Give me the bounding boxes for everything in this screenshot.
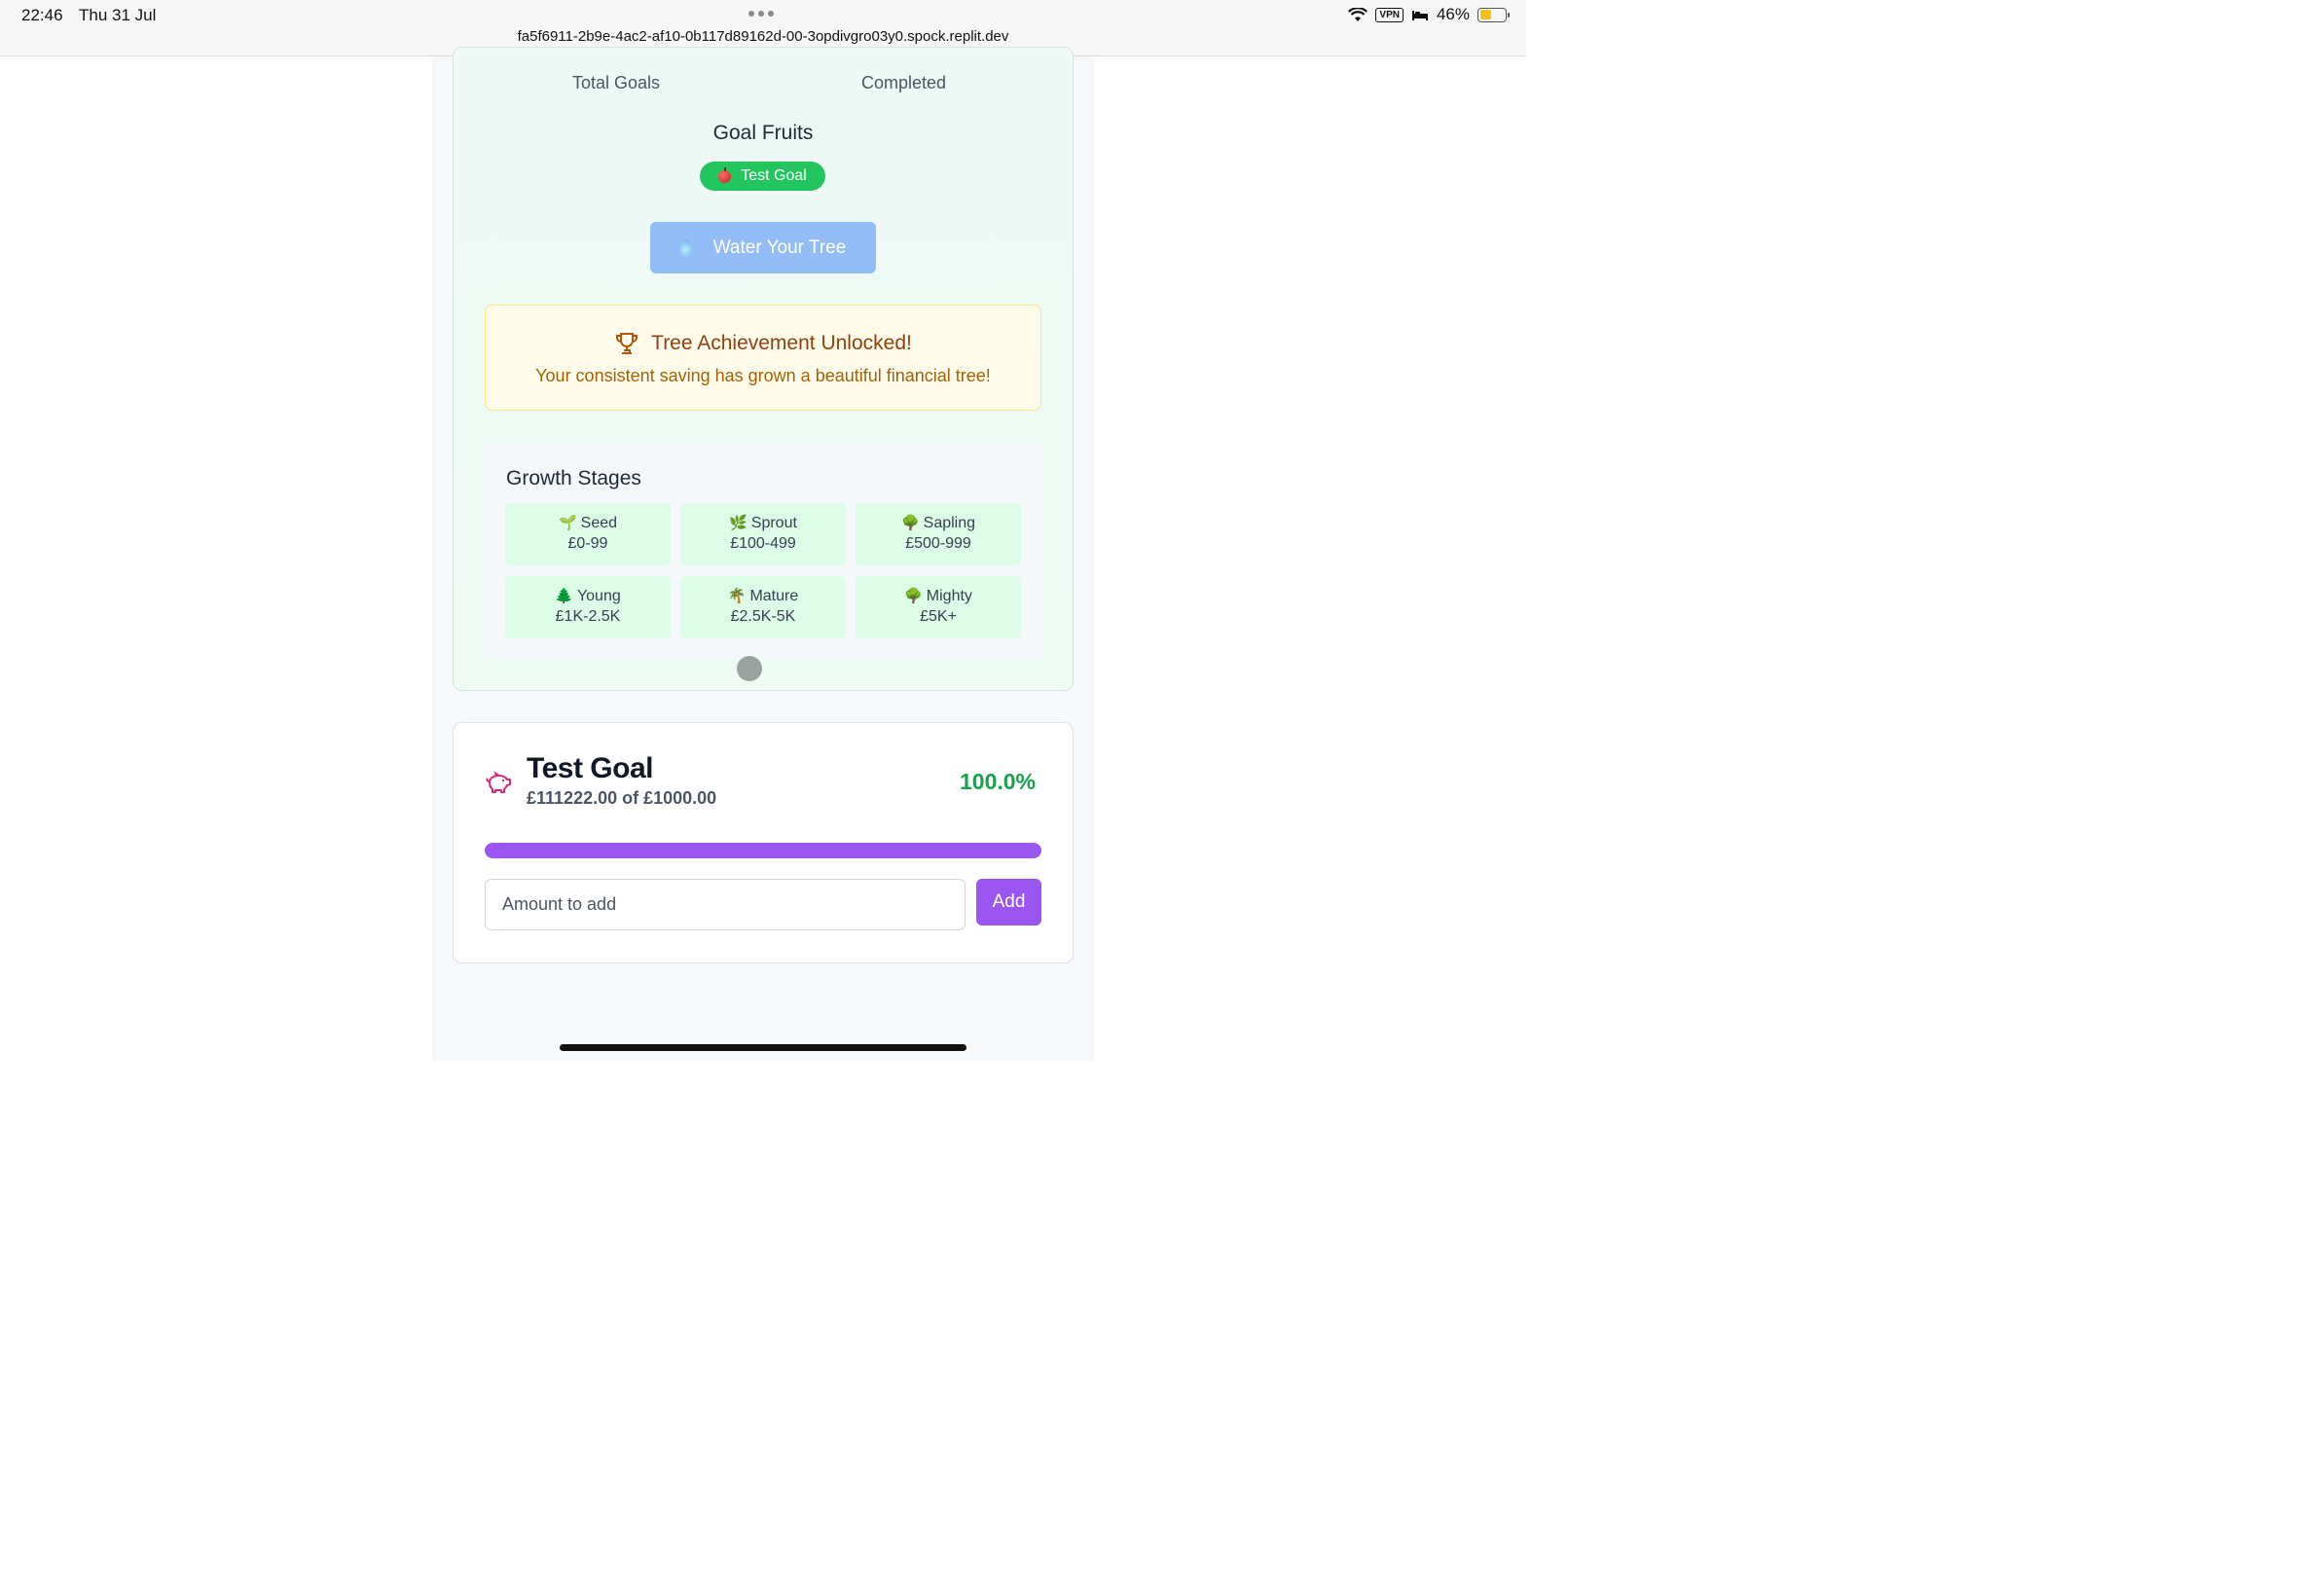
sleep-mode-icon — [1411, 10, 1428, 20]
growth-stage-seed: 🌱 Seed £0-99 — [505, 503, 671, 565]
status-date: Thu 31 Jul — [79, 6, 157, 24]
growth-stages-grid: 🌱 Seed £0-99 🌿 Sprout £100-499 🌳 Sapling £500-99… — [505, 503, 1021, 638]
more-options-icon[interactable] — [748, 11, 774, 17]
apple-icon — [718, 166, 732, 183]
goal-progress-bar — [485, 843, 1041, 858]
growth-stage-sapling: 🌳 Sapling £500-999 — [856, 503, 1021, 565]
water-tree-label: Water Your Tree — [712, 236, 847, 258]
stage-range: £500-999 — [905, 535, 971, 552]
add-button[interactable]: Add — [976, 879, 1041, 925]
stage-name: Mature — [749, 588, 799, 604]
stage-emoji-icon: 🌴 — [727, 588, 747, 604]
piggy-bank-icon — [486, 771, 511, 793]
stage-name: Young — [576, 588, 621, 604]
goal-percent: 100.0% — [960, 769, 1037, 794]
vpn-badge: VPN — [1375, 7, 1404, 22]
scroll-handle[interactable] — [737, 656, 762, 681]
stage-emoji-icon: 🌳 — [904, 588, 923, 604]
stage-emoji-icon: 🌿 — [729, 515, 747, 531]
goal-fruits-title: Goal Fruits — [712, 122, 814, 144]
growth-stage-sprout: 🌿 Sprout £100-499 — [680, 503, 846, 565]
stage-range: £2.5K-5K — [730, 608, 796, 625]
battery-percent: 46% — [1436, 5, 1470, 23]
total-goals-label: Total Goals — [572, 73, 661, 92]
growth-stage-mighty: 🌳 Mighty £5K+ — [856, 576, 1021, 638]
growth-stage-young: 🌲 Young £1K-2.5K — [505, 576, 671, 638]
growth-stages-title: Growth Stages — [506, 467, 641, 490]
stage-emoji-icon: 🌱 — [558, 515, 577, 531]
address-bar-url[interactable]: fa5f6911-2b9e-4ac2-af10-0b117d89162d-00-… — [0, 28, 1526, 45]
stage-emoji-icon: 🌳 — [900, 515, 920, 531]
achievement-banner: Tree Achievement Unlocked! Your consiste… — [485, 305, 1041, 411]
achievement-text: Your consistent saving has grown a beaut… — [535, 366, 991, 385]
water-tree-button[interactable]: Water Your Tree — [650, 222, 876, 273]
goal-progress-fill — [485, 843, 1041, 858]
completed-label: Completed — [861, 73, 947, 92]
stage-emoji-icon: 🌲 — [555, 588, 573, 604]
stage-name: Seed — [580, 515, 618, 531]
growth-stage-mature: 🌴 Mature £2.5K-5K — [680, 576, 846, 638]
amount-input[interactable] — [485, 879, 966, 930]
goal-amount: £111222.00 of £1000.00 — [527, 788, 717, 808]
fruit-pill-label: Test Goal — [741, 167, 807, 184]
battery-icon — [1477, 7, 1510, 22]
stage-range: £5K+ — [920, 608, 957, 625]
stage-name: Sprout — [750, 515, 797, 531]
home-indicator[interactable] — [560, 1044, 966, 1051]
status-indicators: VPN 46% — [1348, 5, 1510, 24]
status-time: 22:46 — [21, 6, 63, 24]
stage-range: £1K-2.5K — [555, 608, 621, 625]
stage-range: £0-99 — [567, 535, 608, 552]
goal-title: Test Goal — [527, 752, 653, 784]
achievement-title: Tree Achievement Unlocked! — [651, 332, 912, 354]
growth-stages-panel: Growth Stages 🌱 Seed £0-99 🌿 Sprout £100-499 🌳… — [485, 443, 1041, 659]
fruit-pill-test-goal[interactable]: Test Goal — [700, 162, 825, 191]
water-drop-icon — [679, 238, 692, 257]
trophy-icon — [616, 333, 638, 354]
wifi-icon — [1348, 7, 1368, 21]
stage-name: Sapling — [923, 515, 976, 531]
stage-range: £100-499 — [730, 535, 796, 552]
stage-name: Mighty — [926, 588, 972, 604]
